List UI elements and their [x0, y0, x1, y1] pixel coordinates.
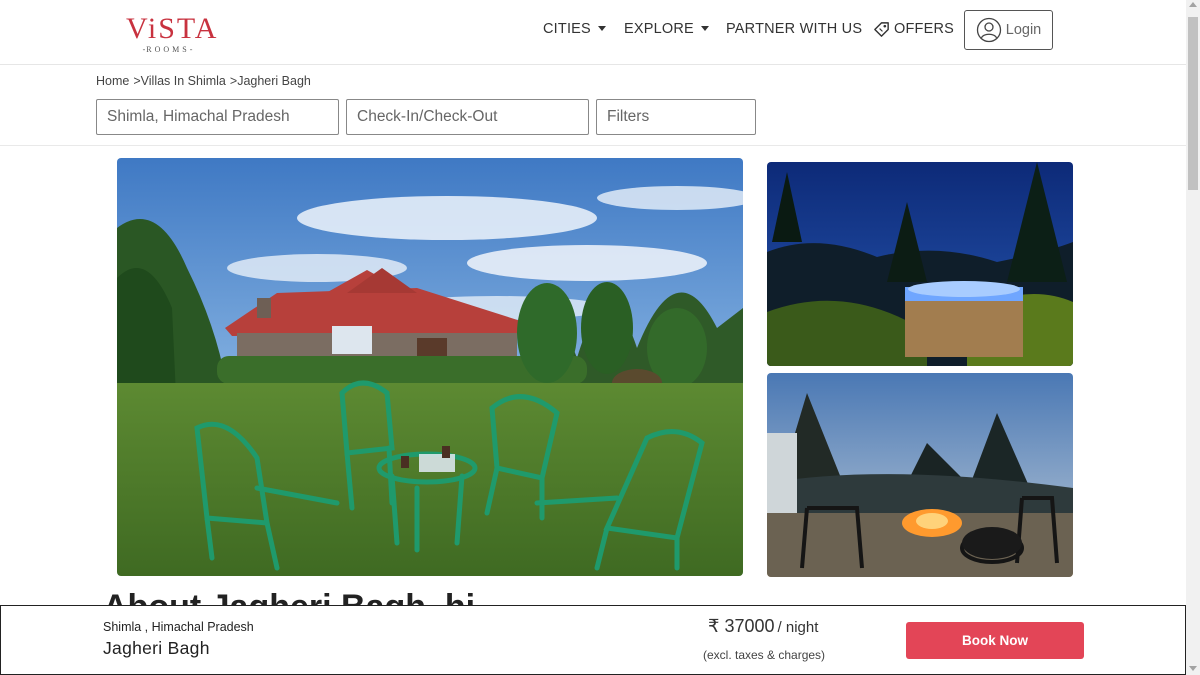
scrollbar-thumb[interactable]	[1188, 17, 1198, 190]
nav-partner-label: PARTNER WITH US	[726, 21, 863, 37]
booking-tax-note: (excl. taxes & charges)	[703, 648, 826, 662]
booking-price: ₹ 37000/ night	[708, 616, 818, 637]
page-scrollbar[interactable]	[1186, 0, 1200, 675]
booking-price-unit: / night	[777, 619, 819, 636]
booking-price-amount: ₹ 37000	[708, 616, 775, 636]
login-button[interactable]: Login	[964, 10, 1053, 50]
nav-cities-dropdown[interactable]: CITIES	[543, 0, 606, 58]
book-now-button[interactable]: Book Now	[906, 622, 1084, 659]
logo-wordmark: ViSTA	[126, 12, 219, 45]
location-field-value: Shimla, Himachal Pradesh	[107, 108, 290, 125]
booking-property-name: Jagheri Bagh	[103, 638, 210, 658]
nav-explore-dropdown[interactable]: EXPLORE	[624, 0, 709, 58]
chevron-down-icon	[700, 25, 709, 31]
breadcrumb-separator: >	[133, 74, 141, 88]
vista-rooms-logo[interactable]: ViSTA ROOMS	[126, 14, 218, 56]
price-tag-icon	[874, 21, 889, 37]
nav-offers-label: OFFERS	[894, 21, 955, 37]
breadcrumb-current-property: Jagheri Bagh	[237, 74, 311, 88]
search-divider	[0, 145, 1186, 146]
nav-offers-link[interactable]: OFFERS	[872, 0, 954, 58]
filters-label: Filters	[607, 108, 650, 125]
filters-field[interactable]: Filters	[596, 99, 756, 135]
login-label: Login	[1005, 22, 1042, 38]
nav-cities-label: CITIES	[543, 21, 591, 37]
nav-explore-label: EXPLORE	[624, 21, 694, 37]
location-field[interactable]: Shimla, Himachal Pradesh	[96, 99, 339, 135]
logo-subtitle: ROOMS	[126, 45, 210, 54]
site-header: ViSTA ROOMS CITIES EXPLORE PARTNER WITH …	[0, 0, 1186, 65]
checkin-checkout-field[interactable]: Check-In/Check-Out	[346, 99, 589, 135]
breadcrumb-home[interactable]: Home	[96, 74, 129, 88]
nav-partner-link[interactable]: PARTNER WITH US	[726, 0, 862, 58]
checkin-checkout-placeholder: Check-In/Check-Out	[357, 108, 498, 125]
hot-tub-night-photo[interactable]	[767, 162, 1073, 366]
lawn-and-cottage-photo[interactable]	[117, 158, 743, 576]
chevron-down-icon	[597, 25, 606, 31]
scroll-down-arrow-icon[interactable]	[1189, 666, 1197, 671]
user-avatar-icon	[976, 17, 1001, 43]
scroll-up-arrow-icon[interactable]	[1189, 2, 1197, 7]
booking-bar: Shimla , Himachal Pradesh Jagheri Bagh ₹…	[0, 605, 1186, 675]
property-page: ViSTA ROOMS CITIES EXPLORE PARTNER WITH …	[0, 0, 1200, 675]
firepit-dusk-photo[interactable]	[767, 373, 1073, 577]
breadcrumb: Home >Villas In Shimla >Jagheri Bagh	[96, 74, 311, 88]
booking-location: Shimla , Himachal Pradesh	[103, 620, 254, 634]
breadcrumb-villas-in-shimla[interactable]: Villas In Shimla	[141, 74, 226, 88]
